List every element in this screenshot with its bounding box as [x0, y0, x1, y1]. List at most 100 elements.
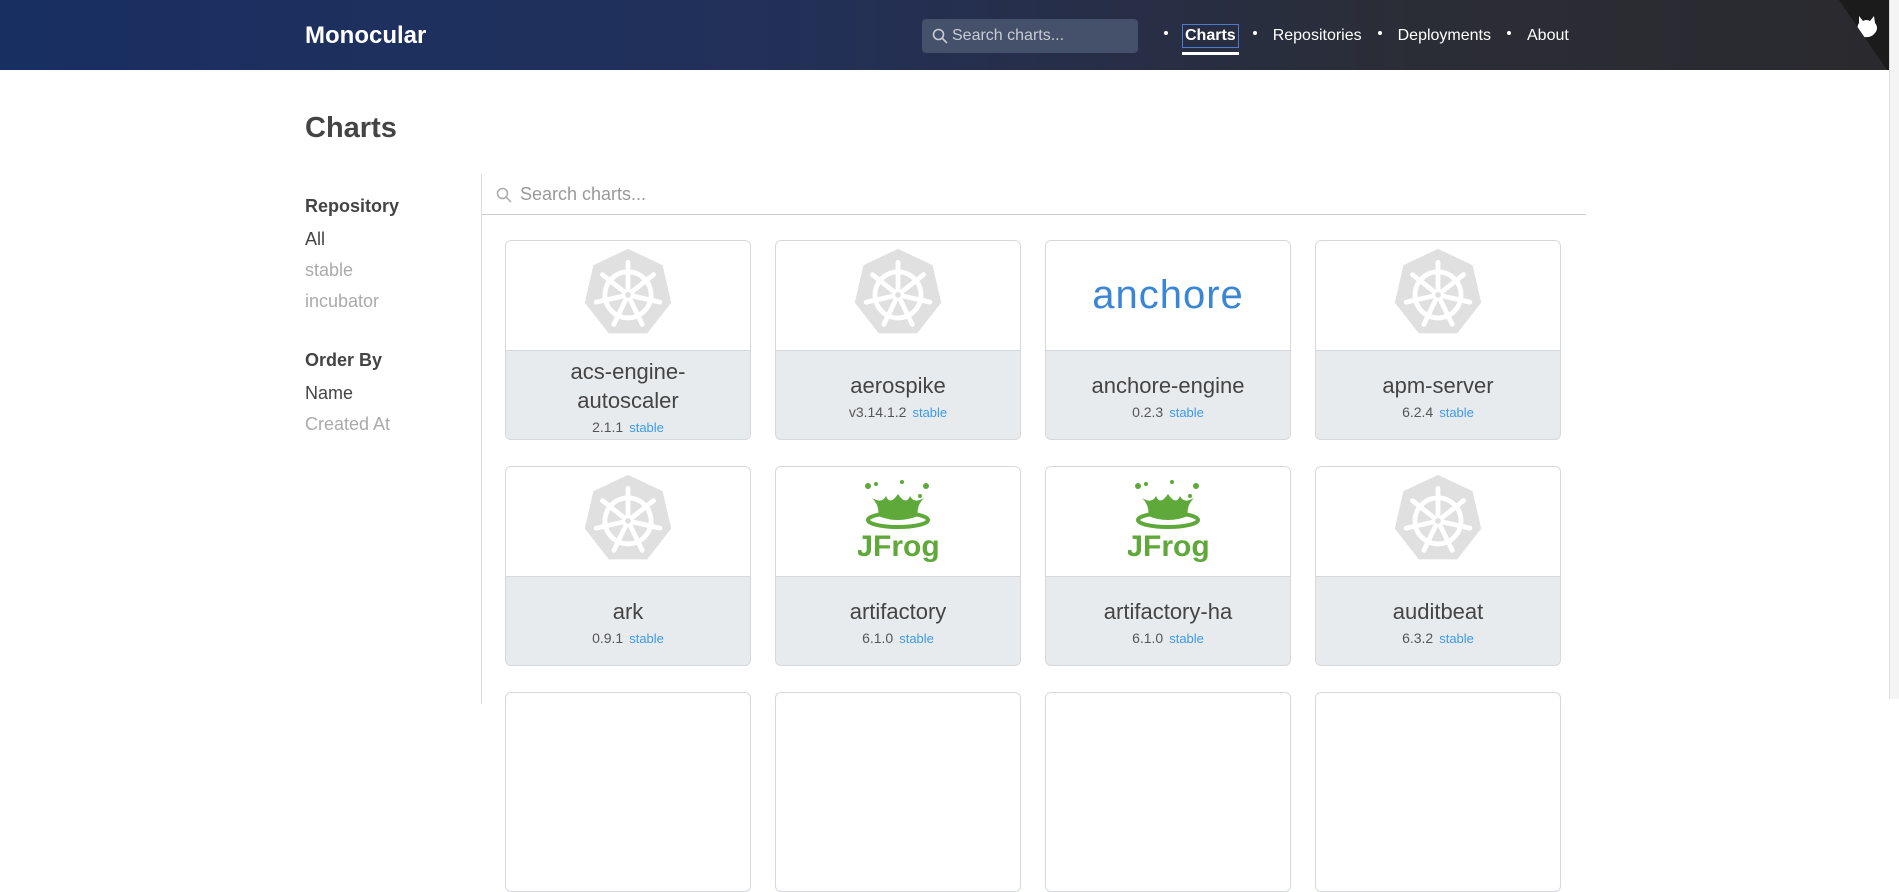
kubernetes-icon: [850, 245, 946, 346]
repo-filter-all[interactable]: All: [305, 227, 475, 258]
chart-icon-area: [776, 241, 1020, 351]
nav-repositories[interactable]: Repositories: [1271, 25, 1364, 47]
chart-repo-badge[interactable]: stable: [912, 405, 947, 420]
chart-card[interactable]: JFrog artifactory-ha 6.1.0 stable: [1045, 466, 1291, 666]
chart-card-body: acs-engine-autoscaler 2.1.1 stable: [506, 351, 750, 439]
chart-icon-area: [1316, 241, 1560, 351]
chart-repo-badge[interactable]: stable: [1169, 405, 1204, 420]
brand-logo[interactable]: Monocular: [305, 22, 426, 50]
chart-card[interactable]: apm-server 6.2.4 stable: [1315, 240, 1561, 440]
chart-repo-badge[interactable]: stable: [1169, 631, 1204, 646]
chart-version: 2.1.1: [592, 418, 624, 435]
nav-deployments[interactable]: Deployments: [1396, 25, 1493, 47]
chart-card[interactable]: [505, 692, 751, 892]
chart-name[interactable]: aerospike: [820, 371, 975, 400]
chart-card[interactable]: ark 0.9.1 stable: [505, 466, 751, 666]
chart-icon-area: [1316, 467, 1560, 577]
filters-sidebar: Repository All stable incubator Order By…: [305, 196, 475, 473]
repo-filter-incubator[interactable]: incubator: [305, 289, 475, 320]
chart-name[interactable]: apm-server: [1352, 371, 1523, 400]
chart-card[interactable]: [775, 692, 1021, 892]
chart-card[interactable]: JFrog artifactory 6.1.0 stable: [775, 466, 1021, 666]
chart-card-body: artifactory-ha 6.1.0 stable: [1046, 577, 1290, 665]
charts-search-placeholder: Search charts...: [520, 184, 647, 204]
chart-meta: 6.2.4 stable: [1402, 404, 1474, 420]
order-by-title: Order By: [305, 350, 383, 370]
nav-about[interactable]: About: [1525, 25, 1571, 47]
page-title: Charts: [305, 112, 397, 144]
chart-meta: 0.9.1 stable: [592, 630, 664, 646]
repository-filter: Repository All stable incubator: [305, 196, 475, 320]
charts-grid: acs-engine-autoscaler 2.1.1 stable aerospik…: [505, 240, 1561, 892]
chart-icon-area: JFrog: [1046, 467, 1290, 577]
chart-version: 0.9.1: [592, 630, 624, 646]
chart-meta: 6.3.2 stable: [1402, 630, 1474, 646]
chart-icon-area: [506, 467, 750, 577]
jfrog-logo: JFrog: [1126, 476, 1210, 567]
chart-card[interactable]: [1045, 692, 1291, 892]
order-by-created-at[interactable]: Created At: [305, 412, 475, 443]
chart-name[interactable]: acs-engine-autoscaler: [506, 357, 750, 415]
chart-name[interactable]: artifactory-ha: [1074, 597, 1262, 626]
header-search-placeholder: Search charts...: [952, 27, 1065, 44]
header-search-input[interactable]: Search charts...: [922, 19, 1138, 53]
chart-card-body: auditbeat 6.3.2 stable: [1316, 577, 1560, 665]
kubernetes-icon: [1390, 471, 1486, 572]
chart-card[interactable]: auditbeat 6.3.2 stable: [1315, 466, 1561, 666]
jfrog-logo-text: JFrog: [858, 530, 938, 562]
chart-version: 6.2.4: [1402, 404, 1434, 420]
chart-version: v3.14.1.2: [848, 404, 907, 420]
github-octocat-icon: [1857, 16, 1877, 40]
repository-filter-title: Repository: [305, 196, 400, 216]
order-by-filter: Order By Name Created At: [305, 350, 475, 443]
chart-repo-badge[interactable]: stable: [1439, 405, 1474, 420]
chart-card-body: artifactory 6.1.0 stable: [776, 577, 1020, 665]
chart-card-body: apm-server 6.2.4 stable: [1316, 351, 1560, 439]
sidebar-divider: [481, 174, 482, 704]
order-by-name[interactable]: Name: [305, 381, 475, 412]
chart-meta: 2.1.1 stable: [592, 419, 664, 435]
chart-meta: 0.2.3 stable: [1132, 404, 1204, 420]
search-icon: [496, 187, 512, 203]
chart-version: 6.1.0: [1132, 630, 1164, 646]
jfrog-logo: JFrog: [856, 476, 940, 567]
chart-card-body: anchore-engine 0.2.3 stable: [1046, 351, 1290, 439]
chart-card-body: aerospike v3.14.1.2 stable: [776, 351, 1020, 439]
nav-bullet: [1252, 31, 1257, 35]
main-nav: Charts Repositories Deployments About: [1150, 24, 1571, 55]
page-scrollbar[interactable]: [1889, 0, 1899, 699]
chart-name[interactable]: artifactory: [820, 597, 977, 626]
chart-version: 0.2.3: [1132, 404, 1164, 420]
chart-repo-badge[interactable]: stable: [1439, 631, 1474, 646]
chart-version: 6.1.0: [862, 630, 894, 646]
kubernetes-icon: [580, 471, 676, 572]
chart-repo-badge[interactable]: stable: [899, 631, 934, 646]
chart-icon-area: [506, 241, 750, 351]
nav-bullet: [1377, 31, 1382, 35]
nav-bullet: [1507, 31, 1511, 35]
jfrog-logo-text: JFrog: [1128, 530, 1208, 562]
chart-card[interactable]: anchore anchore-engine 0.2.3 stable: [1045, 240, 1291, 440]
chart-version: 6.3.2: [1402, 630, 1434, 646]
repo-filter-stable[interactable]: stable: [305, 258, 475, 289]
chart-repo-badge[interactable]: stable: [629, 420, 664, 435]
kubernetes-icon: [580, 245, 676, 346]
chart-card[interactable]: acs-engine-autoscaler 2.1.1 stable: [505, 240, 751, 440]
chart-name[interactable]: ark: [583, 597, 674, 626]
chart-icon-area: JFrog: [776, 467, 1020, 577]
chart-meta: 6.1.0 stable: [862, 630, 934, 646]
search-icon: [932, 28, 948, 44]
chart-card-body: ark 0.9.1 stable: [506, 577, 750, 665]
kubernetes-icon: [1390, 245, 1486, 346]
chart-name[interactable]: anchore-engine: [1062, 371, 1275, 400]
chart-card[interactable]: [1315, 692, 1561, 892]
nav-bullet: [1164, 31, 1168, 35]
chart-card[interactable]: aerospike v3.14.1.2 stable: [775, 240, 1021, 440]
chart-meta: 6.1.0 stable: [1132, 630, 1204, 646]
chart-icon-area: anchore: [1046, 241, 1290, 351]
github-corner[interactable]: [1839, 0, 1889, 70]
chart-name[interactable]: auditbeat: [1363, 597, 1514, 626]
chart-repo-badge[interactable]: stable: [629, 631, 664, 646]
nav-charts[interactable]: Charts: [1182, 24, 1239, 55]
charts-search-input[interactable]: Search charts...: [482, 175, 1586, 215]
